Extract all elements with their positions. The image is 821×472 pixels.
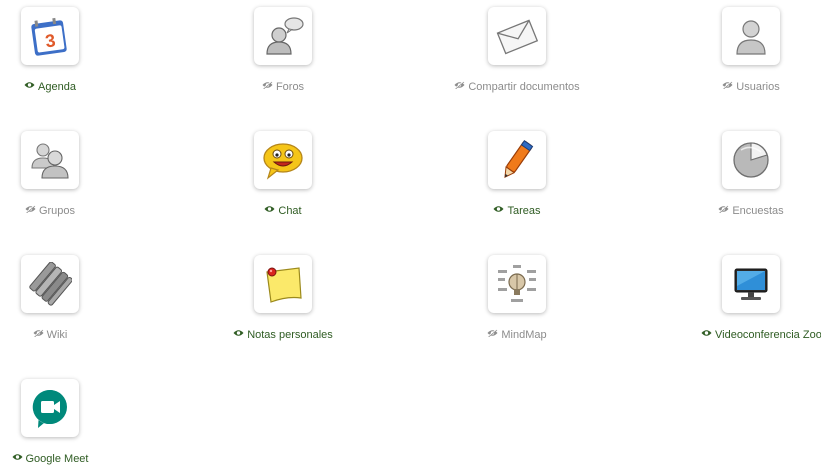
tool-notas-label: Notas personales (247, 329, 333, 341)
pie-chart-icon (733, 142, 769, 178)
tool-foros-icon-button[interactable] (254, 7, 312, 65)
tool-grupos-icon-button[interactable] (21, 131, 79, 189)
tool-foros-link[interactable]: Foros (168, 80, 398, 94)
tool-tareas-label: Tareas (507, 205, 541, 217)
tool-meet: Google Meet (0, 372, 125, 472)
forum-icon (266, 17, 304, 55)
tool-usuarios: Usuarios (676, 0, 821, 100)
tool-meet-icon-button[interactable] (21, 379, 79, 437)
tool-agenda: 3 Agenda (0, 0, 125, 100)
eye-slash-icon[interactable] (487, 327, 498, 341)
tool-encuestas-link[interactable]: Encuestas (636, 204, 821, 218)
tool-compartir: Compartir documentos (442, 0, 592, 100)
tool-chat-link[interactable]: Chat (168, 204, 398, 218)
tool-notas-icon-button[interactable] (254, 255, 312, 313)
google-meet-icon (32, 389, 67, 428)
tool-compartir-icon-button[interactable] (488, 7, 546, 65)
tool-mindmap-icon-button[interactable] (488, 255, 546, 313)
tool-meet-label: Google Meet (25, 453, 89, 465)
sticky-note-icon (266, 267, 302, 303)
tool-grupos: Grupos (0, 124, 125, 224)
tool-agenda-label: Agenda (38, 81, 76, 93)
tool-encuestas-icon-button[interactable] (722, 131, 780, 189)
tool-chat: Chat (208, 124, 358, 224)
tool-zoom-icon-button[interactable] (722, 255, 780, 313)
calendar-icon: 3 (31, 17, 67, 56)
tool-tareas-link[interactable]: Tareas (402, 204, 632, 218)
tool-agenda-icon-button[interactable]: 3 (21, 7, 79, 65)
tool-wiki-label: Wiki (46, 329, 68, 341)
tool-chat-label: Chat (278, 205, 302, 217)
tool-chat-icon-button[interactable] (254, 131, 312, 189)
envelope-icon (496, 19, 539, 55)
eye-icon[interactable] (12, 451, 23, 465)
tool-usuarios-link[interactable]: Usuarios (636, 80, 821, 94)
tool-compartir-label: Compartir documentos (468, 81, 580, 93)
user-icon (736, 20, 766, 55)
eye-icon[interactable] (233, 327, 244, 341)
tool-encuestas: Encuestas (676, 124, 821, 224)
eye-slash-icon[interactable] (25, 203, 36, 217)
group-icon (31, 143, 69, 179)
tool-notas: Notas personales (208, 248, 358, 348)
eye-slash-icon[interactable] (718, 203, 729, 217)
tool-zoom-link[interactable]: Videoconferencia Zoom (636, 328, 821, 342)
tool-meet-link[interactable]: Google Meet (0, 452, 125, 466)
eye-slash-icon[interactable] (262, 79, 273, 93)
monitor-icon (734, 268, 768, 300)
tool-wiki: Wiki (0, 248, 125, 348)
tool-agenda-link[interactable]: Agenda (0, 80, 125, 94)
tool-mindmap-link[interactable]: MindMap (402, 328, 632, 342)
eye-icon[interactable] (24, 79, 35, 93)
eye-icon[interactable] (493, 203, 504, 217)
tool-wiki-link[interactable]: Wiki (0, 328, 125, 342)
tool-foros-label: Foros (275, 81, 305, 93)
eye-slash-icon[interactable] (454, 79, 465, 93)
eye-icon[interactable] (701, 327, 712, 341)
eye-icon[interactable] (264, 203, 275, 217)
tool-foros: Foros (208, 0, 358, 100)
mindmap-icon (498, 265, 536, 302)
tool-zoom-label: Videoconferencia Zoom (715, 329, 821, 341)
tool-usuarios-label: Usuarios (736, 81, 780, 93)
tool-grupos-label: Grupos (38, 205, 76, 217)
tool-zoom: Videoconferencia Zoom (676, 248, 821, 348)
tool-usuarios-icon-button[interactable] (722, 7, 780, 65)
tool-encuestas-label: Encuestas (732, 205, 784, 217)
tool-compartir-link[interactable]: Compartir documentos (402, 80, 632, 94)
wiki-icon (29, 262, 72, 306)
tool-mindmap-label: MindMap (501, 329, 547, 341)
tool-tareas-icon-button[interactable] (488, 131, 546, 189)
eye-slash-icon[interactable] (33, 327, 44, 341)
tool-grupos-link[interactable]: Grupos (0, 204, 125, 218)
tool-tareas: Tareas (442, 124, 592, 224)
tool-wiki-icon-button[interactable] (21, 255, 79, 313)
chat-smiley-icon (263, 143, 303, 180)
pencil-icon (504, 140, 534, 179)
tool-notas-link[interactable]: Notas personales (168, 328, 398, 342)
eye-slash-icon[interactable] (722, 79, 733, 93)
tool-mindmap: MindMap (442, 248, 592, 348)
